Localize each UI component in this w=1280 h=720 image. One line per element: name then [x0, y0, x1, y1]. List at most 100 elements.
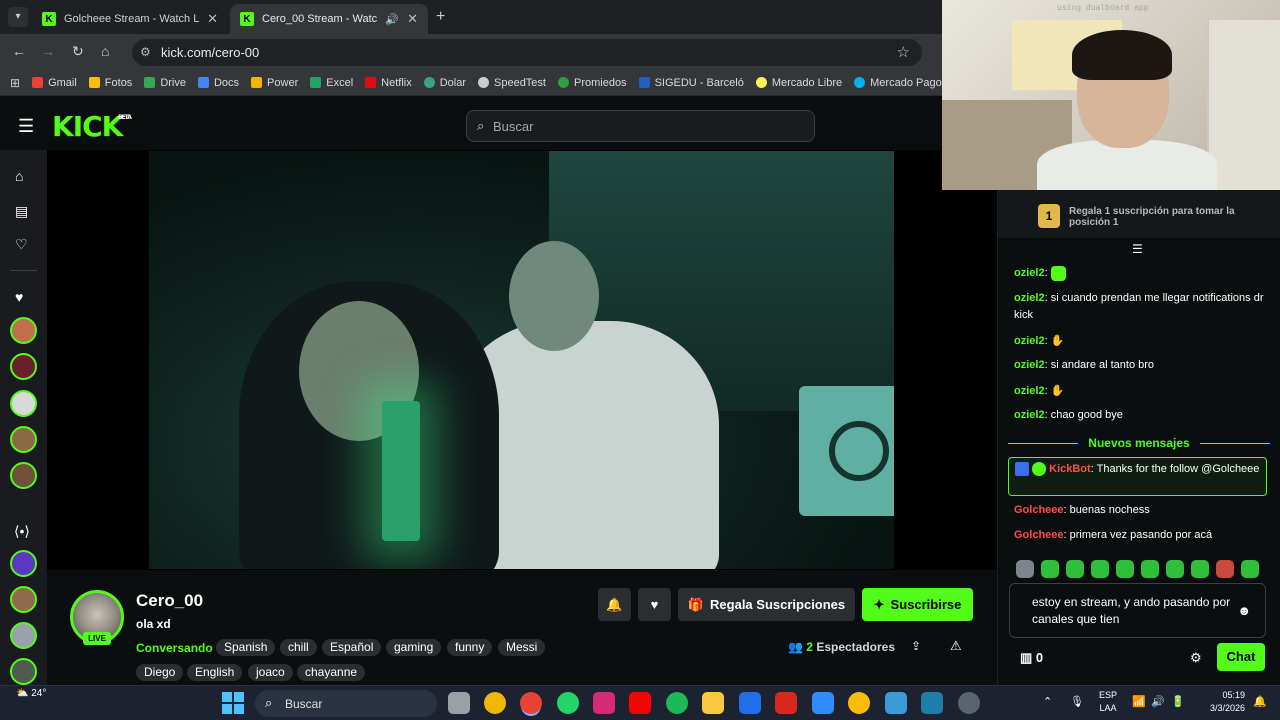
menu-icon[interactable]: ☰ [18, 116, 34, 137]
zoom-icon[interactable] [812, 692, 834, 714]
search-input[interactable] [493, 116, 793, 136]
bookmark-mercado-pago[interactable]: Mercado Pago [854, 77, 942, 89]
taskbar-search[interactable]: ⌕ Buscar [255, 690, 437, 717]
emoji-picker-icon[interactable]: ☻ [1237, 602, 1251, 619]
tag[interactable]: chill [280, 639, 317, 656]
emote-icon[interactable] [1166, 560, 1184, 578]
gift-leaderboard-banner[interactable]: 1 Regala 1 suscripción para tomar la pos… [998, 190, 1280, 238]
wifi-icon[interactable]: 📶 [1132, 695, 1146, 708]
tag[interactable]: Diego [136, 664, 184, 681]
reload-icon[interactable]: ↻ [72, 43, 84, 60]
show-hidden-icons[interactable]: ⌃ [1043, 695, 1052, 708]
recommended-channel-avatar[interactable] [10, 658, 37, 685]
follow-button[interactable]: ♥ [638, 588, 671, 621]
browse-icon[interactable]: ▤ [15, 203, 28, 220]
recommended-channel-avatar[interactable] [10, 550, 37, 577]
gift-subs-button[interactable]: 🎁 Regala Suscripciones [678, 588, 855, 621]
forward-icon[interactable]: → [41, 43, 55, 59]
widgets-icon[interactable] [484, 692, 506, 714]
tag[interactable]: Spanish [216, 639, 276, 656]
bookmark-dolar[interactable]: Dolar [423, 77, 466, 89]
tag[interactable]: Español [322, 639, 382, 656]
stream-category[interactable]: Conversando [136, 641, 213, 655]
followed-channel-avatar[interactable] [10, 317, 37, 344]
weather-widget[interactable]: ⛅ 24° [16, 688, 46, 699]
chat-username[interactable]: oziel2 [1014, 409, 1045, 421]
emote-icon[interactable] [1016, 560, 1034, 578]
share-icon[interactable]: ⇪ [911, 639, 921, 653]
site-info-icon[interactable]: ⚙ [140, 45, 151, 59]
file-explorer-icon[interactable] [702, 692, 724, 714]
tag[interactable]: chayanne [297, 664, 366, 681]
url-text[interactable]: kick.com/cero-00 [161, 45, 259, 60]
tab-search-button[interactable]: ▾ [8, 7, 28, 27]
bookmark-netflix[interactable]: Netflix [365, 77, 412, 89]
emote-icon[interactable] [1066, 560, 1084, 578]
home-icon[interactable]: ⌂ [15, 168, 23, 184]
app-icon[interactable] [739, 692, 761, 714]
kick-logo[interactable]: KICK BETA [52, 110, 132, 143]
emote-icon[interactable] [1041, 560, 1059, 578]
emote-icon[interactable] [1241, 560, 1259, 578]
chat-username[interactable]: oziel2 [1014, 267, 1045, 279]
microphone-icon[interactable]: 🎙 [1070, 695, 1084, 708]
start-button[interactable] [222, 692, 244, 714]
emote-icon[interactable] [1216, 560, 1234, 578]
battery-icon[interactable]: 🔋 [1171, 695, 1185, 708]
bookmark-star-icon[interactable]: ☆ [897, 43, 910, 61]
chat-username[interactable]: oziel2 [1014, 292, 1045, 304]
close-tab-icon[interactable]: ✕ [407, 11, 418, 27]
audio-playing-icon[interactable]: 🔊 [385, 13, 399, 26]
tag[interactable]: Messi [498, 639, 546, 656]
chat-filter-icon[interactable]: ☰ [1132, 242, 1143, 256]
stream-video[interactable] [149, 151, 894, 569]
new-tab-button[interactable]: + [436, 8, 445, 26]
send-chat-button[interactable]: Chat [1217, 643, 1265, 671]
chat-username[interactable]: oziel2 [1014, 385, 1045, 397]
home-icon[interactable]: ⌂ [101, 43, 109, 59]
chat-input-text[interactable]: estoy en stream, y ando pasando por cana… [1032, 595, 1230, 626]
bookmark-sigedu[interactable]: SIGEDU - Barceló [638, 77, 744, 89]
bookmark-gmail[interactable]: Gmail [32, 77, 77, 89]
bookmark-speedtest[interactable]: SpeedTest [478, 77, 546, 89]
chat-username[interactable]: KickBot [1049, 463, 1091, 475]
bookmark-promiedos[interactable]: Promiedos [557, 77, 627, 89]
recommended-channel-avatar[interactable] [10, 622, 37, 649]
bookmark-power[interactable]: Power [251, 77, 298, 89]
back-icon[interactable]: ← [12, 43, 26, 59]
tab-golcheee[interactable]: K Golcheee Stream - Watch Live o ✕ [32, 4, 228, 34]
recommended-icon[interactable]: ⟨•⟩ [14, 523, 30, 540]
close-tab-icon[interactable]: ✕ [207, 11, 218, 27]
apps-icon[interactable]: ⊞ [10, 76, 20, 90]
tag[interactable]: joaco [248, 664, 293, 681]
task-view-icon[interactable] [448, 692, 470, 714]
acrobat-icon[interactable] [775, 692, 797, 714]
chat-username[interactable]: Golcheee [1014, 504, 1064, 516]
whatsapp-icon[interactable] [557, 692, 579, 714]
bookmark-mercado-libre[interactable]: Mercado Libre [755, 77, 842, 89]
channel-points[interactable]: ▥ 0 [1020, 650, 1043, 666]
input-language[interactable]: ESP LAA [1099, 689, 1117, 715]
emote-icon[interactable] [1141, 560, 1159, 578]
chat-username[interactable]: oziel2 [1014, 335, 1045, 347]
channel-name[interactable]: Cero_00 [136, 591, 203, 611]
emote-icon[interactable] [1191, 560, 1209, 578]
favorites-heart-icon[interactable]: ♥ [15, 289, 23, 305]
tag[interactable]: gaming [386, 639, 442, 656]
followed-channel-avatar[interactable] [10, 462, 37, 489]
chat-input[interactable]: estoy en stream, y ando pasando por cana… [1009, 583, 1266, 638]
spotify-icon[interactable] [666, 692, 688, 714]
search-box[interactable]: ⌕ [466, 110, 815, 142]
chat-username[interactable]: Golcheee [1014, 529, 1064, 541]
clock[interactable]: 05:19 3/3/2026 [1200, 689, 1245, 715]
bookmark-drive[interactable]: Drive [144, 77, 186, 89]
chat-settings-icon[interactable]: ⚙ [1190, 650, 1202, 666]
chat-username[interactable]: oziel2 [1014, 359, 1045, 371]
bookmark-excel[interactable]: Excel [310, 77, 353, 89]
chrome-profile-icon[interactable] [848, 692, 870, 714]
tab-cero-00[interactable]: K Cero_00 Stream - Watch Liv 🔊 ✕ [230, 4, 428, 34]
bookmark-fotos[interactable]: Fotos [88, 77, 132, 89]
tag[interactable]: funny [447, 639, 493, 656]
emote-icon[interactable] [1116, 560, 1134, 578]
app-icon[interactable] [921, 692, 943, 714]
